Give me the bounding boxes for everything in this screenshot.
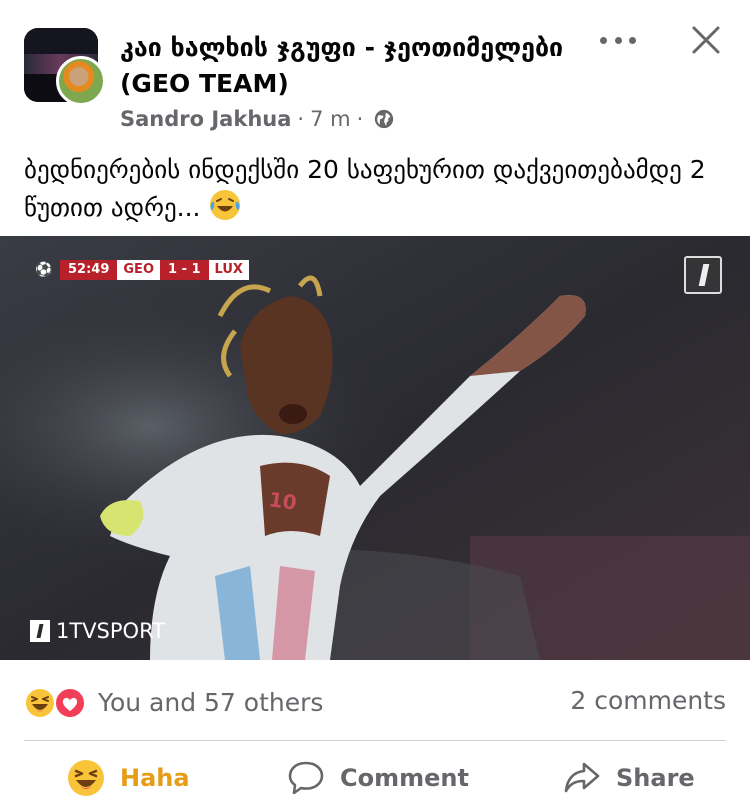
group-avatar-background xyxy=(24,28,98,54)
comment-button[interactable]: Comment xyxy=(286,756,469,800)
comment-label: Comment xyxy=(340,764,469,792)
globe-icon xyxy=(375,109,394,129)
reactions-summary[interactable]: You and 57 others 2 comments xyxy=(24,680,726,724)
comments-count[interactable]: 2 comments xyxy=(570,686,726,715)
post-body-text: ბედნიერების ინდექსში 20 საფეხურით დაქვეი… xyxy=(24,155,706,222)
channel-logo-icon xyxy=(684,256,722,294)
reaction-icons xyxy=(24,685,94,719)
meta-separator-2: · xyxy=(356,107,364,131)
haha-button[interactable]: Haha xyxy=(66,756,190,800)
more-options-icon[interactable] xyxy=(598,30,638,50)
video-frame: 10 xyxy=(0,236,750,660)
close-icon[interactable] xyxy=(686,20,726,60)
home-team: GEO xyxy=(117,260,160,280)
divider xyxy=(24,740,726,741)
action-bar: Haha Comment Share xyxy=(0,742,750,802)
match-clock: 52:49 xyxy=(60,260,118,280)
share-label: Share xyxy=(616,764,695,792)
haha-label: Haha xyxy=(120,764,190,792)
share-icon xyxy=(564,762,600,793)
group-name[interactable]: კაი ხალხის ჯგუფი - ჯეოთიმელები (GEO TEAM… xyxy=(120,30,600,102)
broadcaster-watermark: 1TVSPORT xyxy=(30,618,165,644)
meta-separator: · xyxy=(297,107,305,131)
author-name[interactable]: Sandro Jakhua xyxy=(120,107,291,131)
love-reaction-icon xyxy=(54,687,86,719)
watermark-text: 1TVSPORT xyxy=(56,619,165,643)
post-video[interactable]: 10 ⚽ 52:49 GEO 1 - 1 LUX 1TVSPORT xyxy=(0,236,750,660)
share-button[interactable]: Share xyxy=(562,756,695,800)
comment-icon xyxy=(288,761,324,795)
svg-text:10: 10 xyxy=(267,487,298,515)
post-header: კაი ხალხის ჯგუფი - ჯეოთიმელები (GEO TEAM… xyxy=(0,0,750,140)
broadcaster-logo-icon xyxy=(30,620,50,642)
post-body: ბედნიერების ინდექსში 20 საფეხურით დაქვეი… xyxy=(24,152,724,226)
post-meta: Sandro Jakhua · 7 m · xyxy=(120,104,395,134)
haha-icon xyxy=(68,760,104,796)
away-team: LUX xyxy=(208,260,249,280)
laughing-tears-emoji-icon xyxy=(210,190,241,220)
post-time[interactable]: 7 m xyxy=(310,107,351,131)
reactions-text[interactable]: You and 57 others xyxy=(98,688,323,717)
scorebug: ⚽ 52:49 GEO 1 - 1 LUX xyxy=(34,260,249,280)
competition-logo-icon: ⚽ xyxy=(35,262,53,278)
match-score: 1 - 1 xyxy=(160,260,209,280)
author-avatar[interactable] xyxy=(56,56,106,106)
haha-reaction-icon xyxy=(24,687,56,719)
